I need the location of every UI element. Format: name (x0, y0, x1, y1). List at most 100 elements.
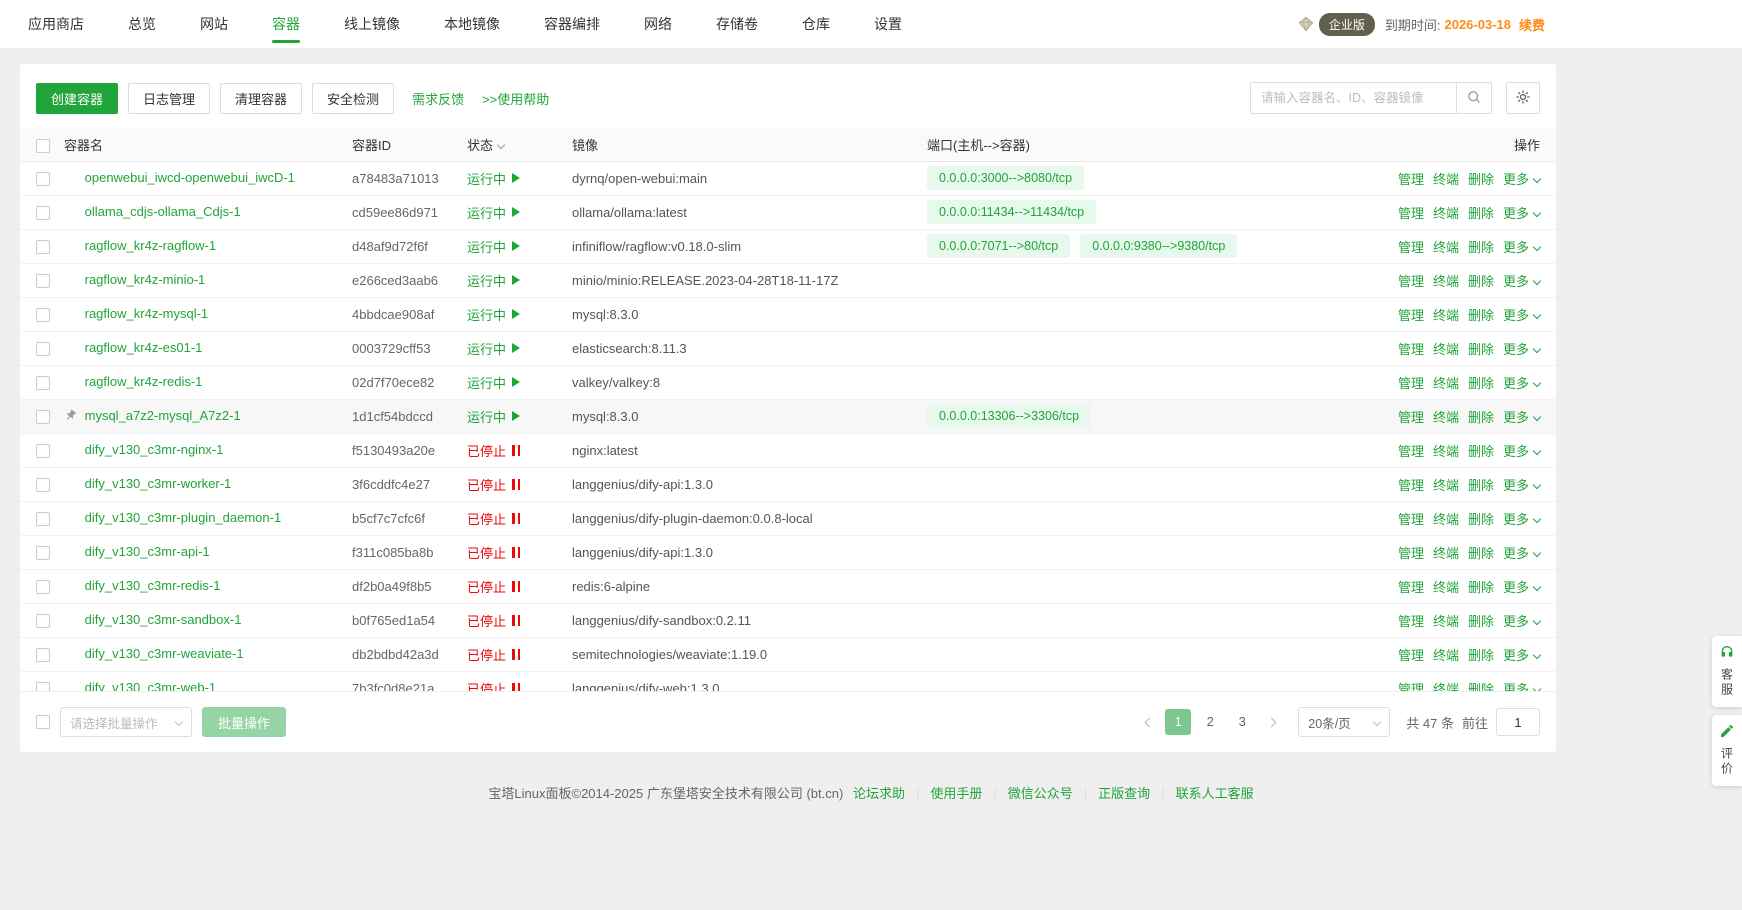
nav-item-network[interactable]: 网络 (644, 0, 672, 48)
delete-action-link[interactable]: 删除 (1468, 682, 1494, 692)
nav-item-repository[interactable]: 仓库 (802, 0, 830, 48)
row-checkbox[interactable] (36, 274, 50, 288)
more-action-link[interactable]: 更多 (1503, 410, 1540, 425)
nav-item-compose[interactable]: 容器编排 (544, 0, 600, 48)
row-checkbox[interactable] (36, 410, 50, 424)
log-manage-button[interactable]: 日志管理 (128, 83, 210, 114)
manage-action-link[interactable]: 管理 (1398, 478, 1424, 493)
more-action-link[interactable]: 更多 (1503, 580, 1540, 595)
header-status-filter[interactable]: 状态 (467, 129, 572, 161)
review-button[interactable]: 评价 (1712, 715, 1742, 786)
manage-action-link[interactable]: 管理 (1398, 342, 1424, 357)
more-action-link[interactable]: 更多 (1503, 206, 1540, 221)
manage-action-link[interactable]: 管理 (1398, 546, 1424, 561)
terminal-action-link[interactable]: 终端 (1433, 206, 1459, 221)
row-checkbox[interactable] (36, 614, 50, 628)
delete-action-link[interactable]: 删除 (1468, 648, 1494, 663)
container-name-link[interactable]: ragflow_kr4z-redis-1 (85, 374, 203, 389)
page-button-3[interactable]: 3 (1229, 709, 1255, 735)
manage-action-link[interactable]: 管理 (1398, 614, 1424, 629)
container-name-link[interactable]: dify_v130_c3mr-sandbox-1 (85, 612, 242, 627)
search-input[interactable] (1250, 82, 1456, 114)
prev-page-button[interactable] (1136, 709, 1162, 735)
more-action-link[interactable]: 更多 (1503, 342, 1540, 357)
more-action-link[interactable]: 更多 (1503, 240, 1540, 255)
manage-action-link[interactable]: 管理 (1398, 274, 1424, 289)
security-check-button[interactable]: 安全检测 (312, 83, 394, 114)
container-name-link[interactable]: ragflow_kr4z-minio-1 (85, 272, 206, 287)
terminal-action-link[interactable]: 终端 (1433, 614, 1459, 629)
terminal-action-link[interactable]: 终端 (1433, 172, 1459, 187)
terminal-action-link[interactable]: 终端 (1433, 444, 1459, 459)
more-action-link[interactable]: 更多 (1503, 444, 1540, 459)
container-name-link[interactable]: dify_v130_c3mr-web-1 (85, 680, 217, 692)
terminal-action-link[interactable]: 终端 (1433, 410, 1459, 425)
feedback-link[interactable]: 需求反馈 (412, 89, 464, 108)
delete-action-link[interactable]: 删除 (1468, 308, 1494, 323)
more-action-link[interactable]: 更多 (1503, 172, 1540, 187)
more-action-link[interactable]: 更多 (1503, 308, 1540, 323)
row-checkbox[interactable] (36, 206, 50, 220)
more-action-link[interactable]: 更多 (1503, 682, 1540, 692)
row-checkbox[interactable] (36, 512, 50, 526)
renew-link[interactable]: 续费 (1519, 15, 1545, 34)
delete-action-link[interactable]: 删除 (1468, 342, 1494, 357)
page-button-1[interactable]: 1 (1165, 709, 1191, 735)
nav-item-app-store[interactable]: 应用商店 (28, 0, 84, 48)
terminal-action-link[interactable]: 终端 (1433, 648, 1459, 663)
row-checkbox[interactable] (36, 308, 50, 322)
manage-action-link[interactable]: 管理 (1398, 512, 1424, 527)
delete-action-link[interactable]: 删除 (1468, 240, 1494, 255)
manage-action-link[interactable]: 管理 (1398, 240, 1424, 255)
terminal-action-link[interactable]: 终端 (1433, 274, 1459, 289)
container-name-link[interactable]: dify_v130_c3mr-nginx-1 (85, 442, 224, 457)
delete-action-link[interactable]: 删除 (1468, 478, 1494, 493)
delete-action-link[interactable]: 删除 (1468, 410, 1494, 425)
help-link[interactable]: >>使用帮助 (482, 89, 549, 108)
more-action-link[interactable]: 更多 (1503, 614, 1540, 629)
bulk-apply-button[interactable]: 批量操作 (202, 707, 286, 737)
terminal-action-link[interactable]: 终端 (1433, 580, 1459, 595)
more-action-link[interactable]: 更多 (1503, 478, 1540, 493)
terminal-action-link[interactable]: 终端 (1433, 512, 1459, 527)
row-checkbox[interactable] (36, 682, 50, 691)
more-action-link[interactable]: 更多 (1503, 274, 1540, 289)
row-checkbox[interactable] (36, 376, 50, 390)
delete-action-link[interactable]: 删除 (1468, 172, 1494, 187)
terminal-action-link[interactable]: 终端 (1433, 342, 1459, 357)
container-name-link[interactable]: openwebui_iwcd-openwebui_iwcD-1 (85, 170, 295, 185)
terminal-action-link[interactable]: 终端 (1433, 376, 1459, 391)
container-name-link[interactable]: dify_v130_c3mr-plugin_daemon-1 (85, 510, 282, 525)
nav-item-website[interactable]: 网站 (200, 0, 228, 48)
terminal-action-link[interactable]: 终端 (1433, 546, 1459, 561)
search-button[interactable] (1456, 82, 1492, 114)
nav-item-settings[interactable]: 设置 (874, 0, 902, 48)
delete-action-link[interactable]: 删除 (1468, 274, 1494, 289)
more-action-link[interactable]: 更多 (1503, 546, 1540, 561)
delete-action-link[interactable]: 删除 (1468, 376, 1494, 391)
terminal-action-link[interactable]: 终端 (1433, 682, 1459, 692)
terminal-action-link[interactable]: 终端 (1433, 308, 1459, 323)
container-name-link[interactable]: ragflow_kr4z-mysql-1 (85, 306, 209, 321)
next-page-button[interactable] (1258, 709, 1284, 735)
footer-link-contact-service[interactable]: 联系人工客服 (1176, 786, 1254, 801)
row-checkbox[interactable] (36, 648, 50, 662)
manage-action-link[interactable]: 管理 (1398, 444, 1424, 459)
manage-action-link[interactable]: 管理 (1398, 308, 1424, 323)
row-checkbox[interactable] (36, 444, 50, 458)
container-name-link[interactable]: ragflow_kr4z-ragflow-1 (85, 238, 217, 253)
nav-item-local-image[interactable]: 本地镜像 (444, 0, 500, 48)
manage-action-link[interactable]: 管理 (1398, 580, 1424, 595)
delete-action-link[interactable]: 删除 (1468, 546, 1494, 561)
nav-item-volume[interactable]: 存储卷 (716, 0, 758, 48)
nav-item-overview[interactable]: 总览 (128, 0, 156, 48)
nav-item-container[interactable]: 容器 (272, 0, 300, 48)
row-checkbox[interactable] (36, 546, 50, 560)
container-name-link[interactable]: ragflow_kr4z-es01-1 (85, 340, 203, 355)
manage-action-link[interactable]: 管理 (1398, 682, 1424, 692)
terminal-action-link[interactable]: 终端 (1433, 478, 1459, 493)
customer-service-button[interactable]: 客服 (1712, 636, 1742, 707)
footer-link-manual[interactable]: 使用手册 (930, 786, 982, 801)
more-action-link[interactable]: 更多 (1503, 376, 1540, 391)
goto-page-input[interactable] (1496, 708, 1540, 736)
